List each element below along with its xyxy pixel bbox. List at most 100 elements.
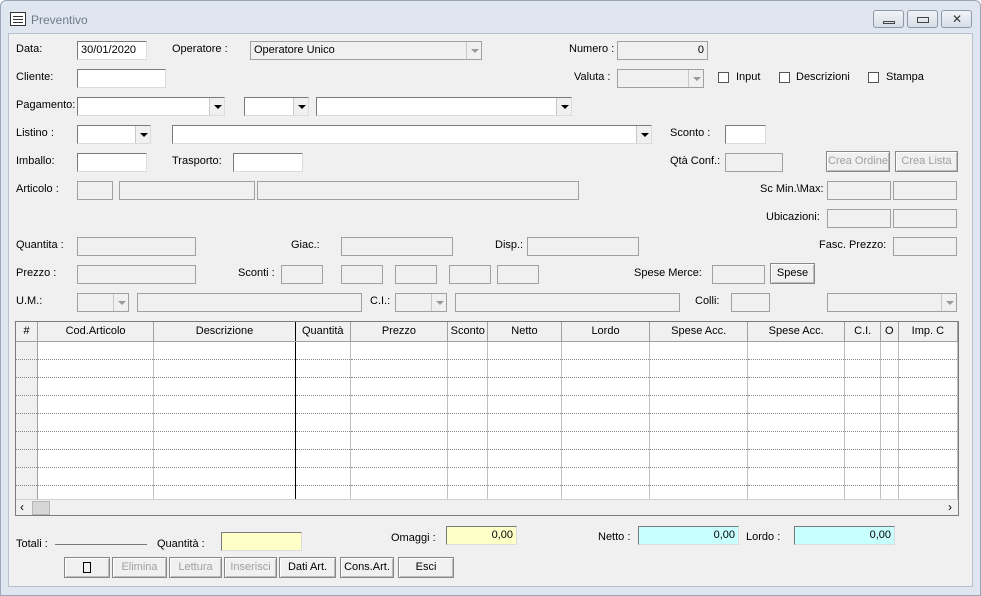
chevron-down-icon[interactable] xyxy=(941,294,956,311)
table-cell[interactable] xyxy=(295,413,351,432)
chevron-down-icon[interactable] xyxy=(431,294,446,311)
table-cell[interactable] xyxy=(844,467,881,486)
table-cell[interactable] xyxy=(898,377,958,396)
row-header-cell[interactable] xyxy=(16,341,39,360)
table-cell[interactable] xyxy=(844,341,881,360)
table-cell[interactable] xyxy=(153,431,296,450)
chevron-down-icon[interactable] xyxy=(556,98,571,115)
table-cell[interactable] xyxy=(487,413,562,432)
table-cell[interactable] xyxy=(844,449,881,468)
grid-column-header[interactable]: C.I. xyxy=(844,322,881,342)
table-cell[interactable] xyxy=(880,467,899,486)
table-cell[interactable] xyxy=(447,467,489,486)
table-row[interactable] xyxy=(16,413,958,432)
chevron-down-icon[interactable] xyxy=(636,126,651,143)
grid-column-header[interactable]: Quantità xyxy=(295,322,351,342)
scroll-right-icon[interactable]: › xyxy=(948,500,952,515)
grid-column-header[interactable]: Descrizione xyxy=(153,322,296,342)
table-cell[interactable] xyxy=(649,377,748,396)
grid-column-header[interactable]: O xyxy=(880,322,899,342)
table-cell[interactable] xyxy=(487,395,562,414)
table-cell[interactable] xyxy=(649,449,748,468)
grid-column-header[interactable]: Lordo xyxy=(561,322,651,342)
table-cell[interactable] xyxy=(447,395,489,414)
table-cell[interactable] xyxy=(447,377,489,396)
table-cell[interactable] xyxy=(561,449,651,468)
table-cell[interactable] xyxy=(747,467,846,486)
row-header-cell[interactable] xyxy=(16,377,39,396)
table-cell[interactable] xyxy=(153,449,296,468)
row-header-cell[interactable] xyxy=(16,467,39,486)
table-cell[interactable] xyxy=(153,359,296,378)
table-row[interactable] xyxy=(16,395,958,414)
table-cell[interactable] xyxy=(898,431,958,450)
scroll-left-icon[interactable]: ‹ xyxy=(20,500,24,515)
chevron-down-icon[interactable] xyxy=(293,98,308,115)
table-cell[interactable] xyxy=(898,395,958,414)
table-cell[interactable] xyxy=(153,377,296,396)
table-cell[interactable] xyxy=(447,449,489,468)
table-row[interactable] xyxy=(16,377,958,396)
pagamento-desc-combo[interactable] xyxy=(316,97,572,116)
table-cell[interactable] xyxy=(350,431,449,450)
table-cell[interactable] xyxy=(880,341,899,360)
cliente-field[interactable] xyxy=(77,69,166,88)
table-row[interactable] xyxy=(16,359,958,378)
table-cell[interactable] xyxy=(295,377,351,396)
table-cell[interactable] xyxy=(844,413,881,432)
table-cell[interactable] xyxy=(880,359,899,378)
trasporto-field[interactable] xyxy=(233,153,303,172)
spese-button[interactable]: Spese xyxy=(770,263,815,284)
table-cell[interactable] xyxy=(295,359,351,378)
chevron-down-icon[interactable] xyxy=(688,70,703,87)
imballo-field[interactable] xyxy=(77,153,147,172)
table-cell[interactable] xyxy=(898,341,958,360)
row-header-cell[interactable] xyxy=(16,413,39,432)
table-cell[interactable] xyxy=(487,449,562,468)
table-cell[interactable] xyxy=(844,377,881,396)
table-row[interactable] xyxy=(16,341,958,360)
table-cell[interactable] xyxy=(747,395,846,414)
table-cell[interactable] xyxy=(37,449,155,468)
table-cell[interactable] xyxy=(295,449,351,468)
table-cell[interactable] xyxy=(153,413,296,432)
lettura-button[interactable]: Lettura xyxy=(169,557,222,578)
table-cell[interactable] xyxy=(350,395,449,414)
table-cell[interactable] xyxy=(561,359,651,378)
clipboard-button[interactable] xyxy=(64,557,110,578)
table-row[interactable] xyxy=(16,431,958,450)
articles-grid[interactable]: # Cod.Articolo Descrizione Quantità Prezzo Sc… xyxy=(15,321,959,516)
table-cell[interactable] xyxy=(350,449,449,468)
table-cell[interactable] xyxy=(37,431,155,450)
table-cell[interactable] xyxy=(898,467,958,486)
table-cell[interactable] xyxy=(37,341,155,360)
table-cell[interactable] xyxy=(649,431,748,450)
input-checkbox[interactable] xyxy=(718,72,729,83)
table-cell[interactable] xyxy=(898,359,958,378)
crea-ordine-button[interactable]: Crea Ordine xyxy=(826,151,890,172)
table-cell[interactable] xyxy=(153,395,296,414)
table-cell[interactable] xyxy=(561,341,651,360)
table-cell[interactable] xyxy=(447,431,489,450)
table-cell[interactable] xyxy=(844,395,881,414)
table-cell[interactable] xyxy=(487,359,562,378)
table-cell[interactable] xyxy=(747,377,846,396)
table-cell[interactable] xyxy=(747,359,846,378)
table-cell[interactable] xyxy=(844,431,881,450)
colli-combo[interactable] xyxy=(827,293,957,312)
inserisci-button[interactable]: Inserisci xyxy=(224,557,277,578)
table-cell[interactable] xyxy=(649,359,748,378)
pagamento-combo[interactable] xyxy=(77,97,225,116)
grid-column-header[interactable]: Spese Acc. xyxy=(649,322,748,342)
table-cell[interactable] xyxy=(561,395,651,414)
table-cell[interactable] xyxy=(747,413,846,432)
row-header-cell[interactable] xyxy=(16,395,39,414)
stampa-checkbox[interactable] xyxy=(868,72,879,83)
table-cell[interactable] xyxy=(649,413,748,432)
table-cell[interactable] xyxy=(447,341,489,360)
chevron-down-icon[interactable] xyxy=(209,98,224,115)
horizontal-scrollbar[interactable]: ‹ › xyxy=(16,499,958,515)
valuta-combo[interactable] xyxy=(617,69,704,88)
chevron-down-icon[interactable] xyxy=(113,294,128,311)
maximize-button[interactable] xyxy=(907,10,938,28)
